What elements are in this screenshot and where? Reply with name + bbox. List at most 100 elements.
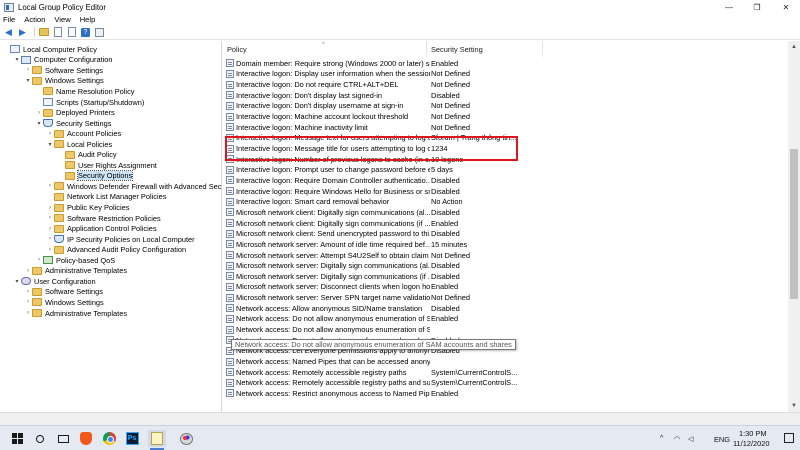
policy-row[interactable]: Interactive logon: Don't display usernam…: [223, 101, 783, 112]
policy-row[interactable]: Network access: Allow anonymous SID/Name…: [223, 303, 783, 314]
scroll-up-icon[interactable]: ▲: [788, 41, 800, 53]
tree-item[interactable]: › Deployed Printers: [35, 107, 115, 118]
policy-row[interactable]: Network access: Named Pipes that can be …: [223, 356, 783, 367]
clock-date[interactable]: 11/12/2020: [733, 439, 769, 448]
task-view-icon[interactable]: [54, 430, 72, 447]
collapse-chevron-icon[interactable]: ▾: [46, 141, 54, 148]
paint-icon[interactable]: [177, 430, 195, 447]
expand-chevron-icon[interactable]: ›: [24, 268, 32, 274]
policy-row[interactable]: Microsoft network server: Server SPN tar…: [223, 292, 783, 303]
policy-row[interactable]: Network access: Do not allow anonymous e…: [223, 314, 783, 325]
close-button[interactable]: ✕: [775, 0, 797, 14]
notification-center-icon[interactable]: [784, 433, 794, 443]
tree-item[interactable]: User Rights Assignment: [57, 160, 157, 171]
policy-row[interactable]: Interactive logon: Machine account locko…: [223, 111, 783, 122]
policy-row[interactable]: Microsoft network server: Digitally sign…: [223, 271, 783, 282]
tree-item[interactable]: Scripts (Startup/Shutdown): [35, 97, 144, 108]
tree-item[interactable]: ▾ Computer Configuration: [13, 55, 112, 66]
clock-time[interactable]: 1:30 PM: [739, 429, 767, 438]
menu-view[interactable]: View: [54, 15, 70, 24]
brave-browser-icon[interactable]: [77, 430, 95, 447]
menu-action[interactable]: Action: [24, 15, 45, 24]
expand-chevron-icon[interactable]: ›: [46, 247, 54, 253]
column-header-policy[interactable]: Policy: [223, 41, 427, 57]
policy-row[interactable]: Microsoft network client: Send unencrypt…: [223, 228, 783, 239]
show-hide-tree-icon[interactable]: [52, 27, 63, 38]
export-list-icon[interactable]: [66, 27, 77, 38]
policy-row[interactable]: Interactive logon: Require Domain Contro…: [223, 175, 783, 186]
expand-chevron-icon[interactable]: ›: [35, 257, 43, 263]
scroll-thumb[interactable]: [790, 149, 798, 299]
expand-chevron-icon[interactable]: ›: [24, 67, 32, 73]
policy-row[interactable]: Network access: Remotely accessible regi…: [223, 378, 783, 389]
vertical-scrollbar[interactable]: ▲ ▼: [788, 41, 800, 412]
expand-chevron-icon[interactable]: ›: [35, 110, 43, 116]
policy-row[interactable]: Interactive logon: Don't display last si…: [223, 90, 783, 101]
policy-row[interactable]: Interactive logon: Do not require CTRL+A…: [223, 79, 783, 90]
menu-help[interactable]: Help: [80, 15, 96, 24]
wifi-icon[interactable]: ◠: [674, 435, 680, 443]
chrome-icon[interactable]: [100, 430, 118, 447]
tree-item[interactable]: Security Options: [57, 170, 134, 182]
forward-arrow-icon[interactable]: ▶: [17, 27, 28, 38]
expand-chevron-icon[interactable]: ›: [46, 215, 54, 221]
expand-chevron-icon[interactable]: ›: [46, 205, 54, 211]
help-icon[interactable]: ?: [80, 27, 91, 38]
tree-item[interactable]: › Public Key Policies: [46, 202, 129, 213]
policy-list[interactable]: Policy Security Setting ^ Domain member:…: [223, 41, 788, 412]
windows-start-icon[interactable]: [8, 430, 26, 447]
policy-row[interactable]: Microsoft network client: Digitally sign…: [223, 207, 783, 218]
expand-chevron-icon[interactable]: ›: [46, 226, 54, 232]
minimize-button[interactable]: —: [718, 0, 740, 14]
maximize-button[interactable]: ❐: [746, 0, 768, 14]
back-arrow-icon[interactable]: ◀: [3, 27, 14, 38]
policy-row[interactable]: Network access: Do not allow anonymous e…: [223, 324, 783, 335]
policy-row[interactable]: Interactive logon: Display user informat…: [223, 69, 783, 80]
policy-row[interactable]: Network access: Restrict anonymous acces…: [223, 388, 783, 399]
expand-chevron-icon[interactable]: ›: [24, 310, 32, 316]
tree-item[interactable]: › Windows Defender Firewall with Advanced…: [46, 181, 221, 192]
tree-item[interactable]: › Administrative Templates: [24, 308, 127, 319]
policy-row[interactable]: Interactive logon: Prompt user to change…: [223, 165, 783, 176]
policy-row[interactable]: Microsoft network server: Amount of idle…: [223, 239, 783, 250]
policy-row[interactable]: Microsoft network client: Digitally sign…: [223, 218, 783, 229]
policy-row[interactable]: Microsoft network server: Disconnect cli…: [223, 282, 783, 293]
policy-row[interactable]: Network access: Remotely accessible regi…: [223, 367, 783, 378]
tree-item[interactable]: › Software Settings: [24, 287, 103, 298]
expand-chevron-icon[interactable]: ›: [46, 131, 54, 137]
notepad-icon[interactable]: [148, 430, 166, 450]
collapse-chevron-icon[interactable]: ▾: [13, 278, 21, 285]
tray-chevron-icon[interactable]: ^: [660, 435, 663, 442]
language-indicator[interactable]: ENG: [714, 435, 730, 444]
policy-row[interactable]: Interactive logon: Smart card removal be…: [223, 196, 783, 207]
collapse-chevron-icon[interactable]: ▾: [24, 77, 32, 84]
filter-icon[interactable]: [94, 27, 105, 38]
policy-row[interactable]: Interactive logon: Machine inactivity li…: [223, 122, 783, 133]
photoshop-icon[interactable]: Ps: [123, 430, 141, 447]
menu-file[interactable]: File: [3, 15, 15, 24]
tree-item[interactable]: › IP Security Policies on Local Computer: [46, 234, 195, 245]
tree-item[interactable]: › Account Policies: [46, 128, 121, 139]
policy-row[interactable]: Microsoft network server: Attempt S4U2Se…: [223, 250, 783, 261]
expand-chevron-icon[interactable]: ›: [46, 183, 54, 189]
tree-item[interactable]: ▾ Windows Settings: [24, 76, 103, 87]
tree-item[interactable]: › Advanced Audit Policy Configuration: [46, 244, 186, 255]
scroll-down-icon[interactable]: ▼: [788, 400, 800, 412]
tree-item[interactable]: › Software Settings: [24, 65, 103, 76]
tree-item[interactable]: › Software Restriction Policies: [46, 213, 161, 224]
tree-item[interactable]: Local Computer Policy: [2, 44, 97, 55]
collapse-chevron-icon[interactable]: ▾: [35, 120, 43, 127]
console-tree[interactable]: Local Computer Policy ▾ Computer Configura…: [0, 41, 222, 412]
tree-item[interactable]: Network List Manager Policies: [46, 192, 166, 203]
policy-row[interactable]: Microsoft network server: Digitally sign…: [223, 260, 783, 271]
search-icon[interactable]: [31, 430, 49, 447]
policy-row[interactable]: Domain member: Require strong (Windows 2…: [223, 58, 783, 69]
column-header-security-setting[interactable]: Security Setting: [427, 41, 543, 57]
policy-row[interactable]: Interactive logon: Require Windows Hello…: [223, 186, 783, 197]
expand-chevron-icon[interactable]: ›: [24, 299, 32, 305]
tree-item[interactable]: › Windows Settings: [24, 297, 104, 308]
tree-item[interactable]: › Policy-based QoS: [35, 255, 115, 266]
expand-chevron-icon[interactable]: ›: [46, 236, 54, 242]
tree-item[interactable]: › Administrative Templates: [24, 266, 127, 277]
up-folder-icon[interactable]: [38, 27, 49, 38]
